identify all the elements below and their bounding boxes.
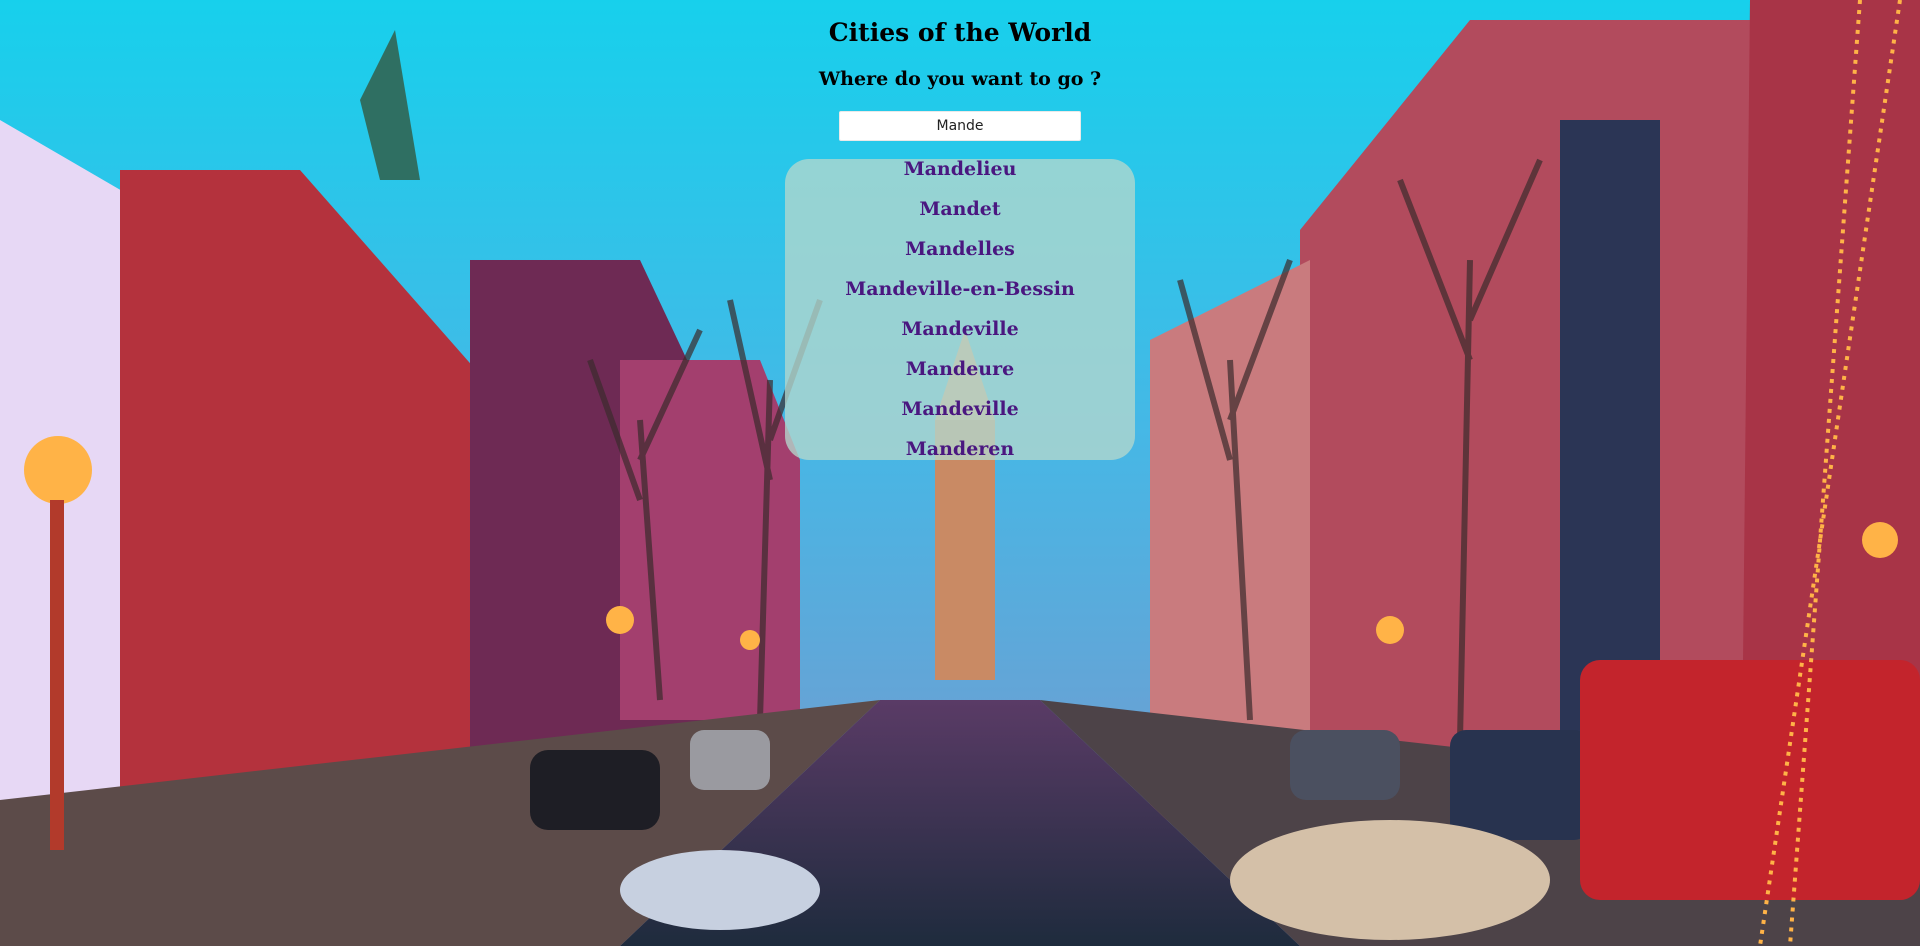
suggestion-item[interactable]: Mandelieu bbox=[0, 157, 1920, 181]
suggestion-item[interactable]: Mandeville-en-Bessin bbox=[0, 277, 1920, 301]
background-canal-photo bbox=[0, 0, 1920, 946]
suggestion-item[interactable]: Mandet bbox=[0, 197, 1920, 221]
suggestion-item[interactable]: Mandeville bbox=[0, 397, 1920, 421]
city-search-input[interactable] bbox=[839, 111, 1081, 141]
suggestion-item[interactable]: Mandelles bbox=[0, 237, 1920, 261]
page-subtitle: Where do you want to go ? bbox=[818, 68, 1102, 90]
page-title: Cities of the World bbox=[828, 18, 1092, 47]
suggestion-item[interactable]: Manderen bbox=[0, 437, 1920, 461]
suggestion-item[interactable]: Mandeure bbox=[0, 357, 1920, 381]
suggestion-item[interactable]: Mandeville bbox=[0, 317, 1920, 341]
